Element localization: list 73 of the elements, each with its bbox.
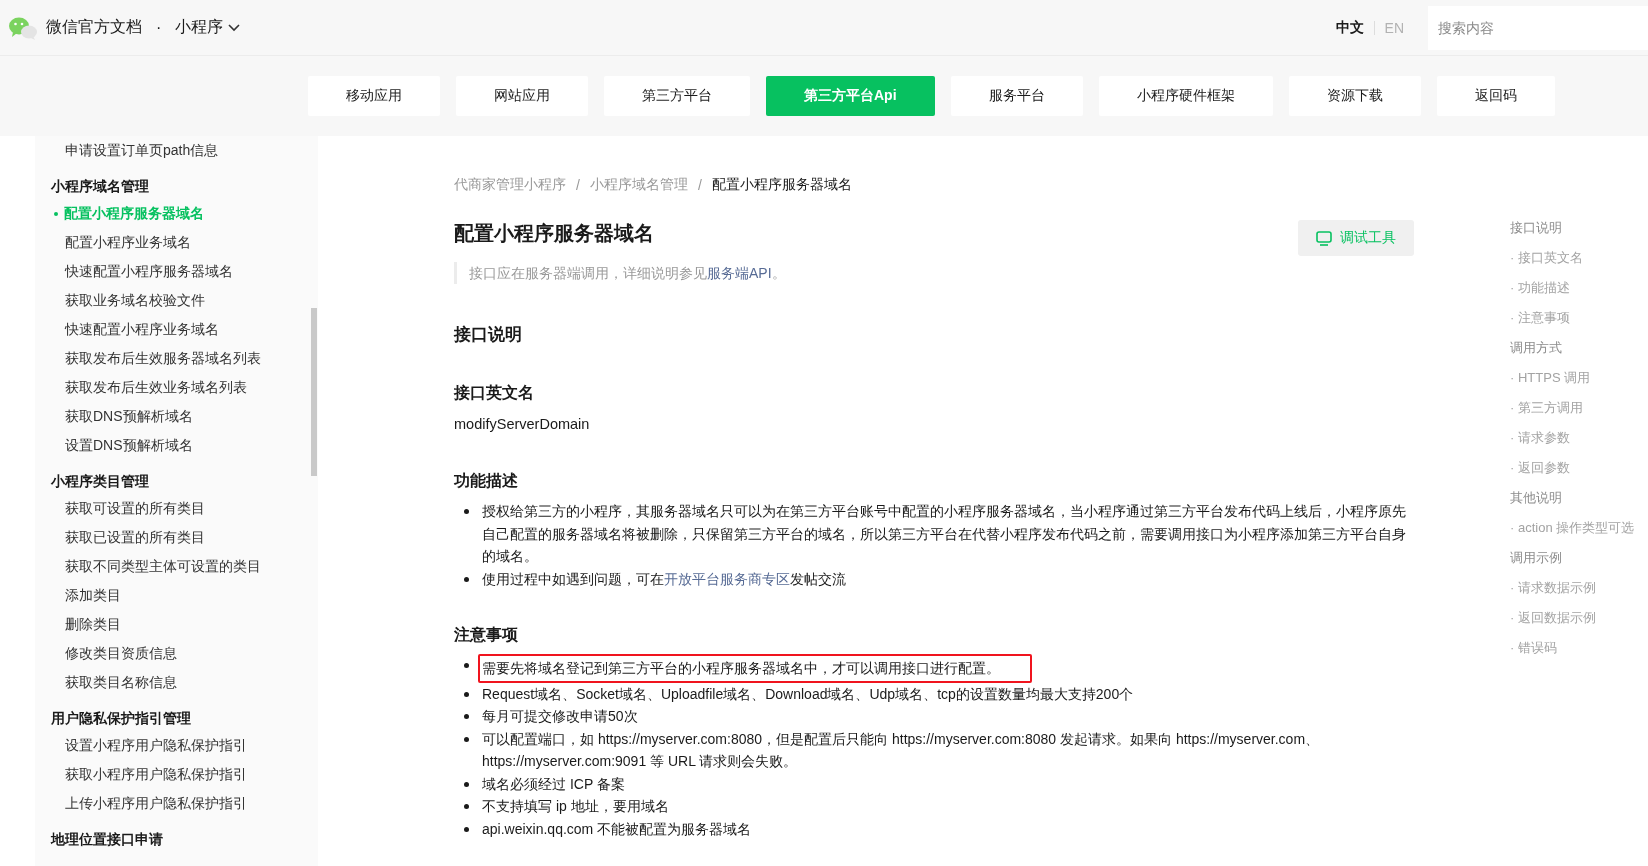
scrollbar-thumb[interactable] bbox=[311, 308, 317, 476]
sidebar-item[interactable]: 获取DNS预解析域名 bbox=[65, 402, 310, 431]
breadcrumb-separator: / bbox=[697, 177, 702, 193]
sidebar-heading: 小程序类目管理 bbox=[51, 472, 150, 491]
sidebar-item[interactable]: 上传小程序用户隐私保护指引 bbox=[65, 789, 310, 818]
nav-tab[interactable]: 小程序硬件框架 bbox=[1098, 76, 1273, 116]
page-title: 配置小程序服务器域名 bbox=[454, 221, 654, 246]
logo-icon bbox=[8, 15, 38, 40]
section-heading: 接口英文名 bbox=[454, 383, 535, 403]
inline-link[interactable]: 开放平台服务商专区 bbox=[664, 570, 790, 587]
bullet-icon bbox=[464, 826, 469, 832]
bullet-icon bbox=[464, 804, 469, 809]
nav-tab[interactable]: 服务平台 bbox=[950, 76, 1083, 116]
section-heading: 注意事项 bbox=[454, 625, 519, 645]
toc-section[interactable]: 调用示例 bbox=[1510, 543, 1648, 573]
bullet-icon bbox=[464, 691, 469, 697]
sidebar-item[interactable]: 获取已设置的所有类目 bbox=[65, 523, 310, 552]
bullet-text: 可以配置端口，如 https://myserver.com:8080，但是配置后只能向 https://myserver.com:8080 发起请求。如果向 https://myserver.com、https://myserver.com:9091 等 URL 请求则会失败。 bbox=[482, 729, 1321, 771]
sidebar-heading: 用户隐私保护指引管理 bbox=[51, 709, 192, 728]
bullet-icon bbox=[464, 509, 469, 514]
nav-tab[interactable]: 网站应用 bbox=[456, 76, 588, 116]
nav-tab[interactable]: 返回码 bbox=[1436, 76, 1555, 116]
sidebar-heading: 地理位置接口申请 bbox=[51, 830, 164, 849]
toc-section[interactable]: 其他说明 bbox=[1510, 483, 1648, 513]
breadcrumb-separator: / bbox=[576, 177, 580, 193]
nav-tab[interactable]: 资源下载 bbox=[1288, 76, 1421, 116]
bullet-text: 不支持填写 ip 地址，要用域名 bbox=[482, 797, 669, 816]
sidebar-item[interactable]: 删除类目 bbox=[65, 610, 310, 639]
bullet-text: 使用过程中如遇到问题，可在开放平台服务商专区发帖交流 bbox=[482, 569, 846, 589]
chevron-down-icon bbox=[228, 23, 241, 32]
sidebar-heading: 小程序域名管理 bbox=[51, 177, 150, 196]
bullet-text: Request域名、Socket域名、Uploadfile域名、Download域名、Udp域名、tcp的设置数量均最大支持200个 bbox=[482, 684, 1134, 704]
monitor-icon bbox=[1316, 230, 1332, 246]
bullet-icon bbox=[464, 714, 469, 719]
section-heading: 接口说明 bbox=[454, 324, 523, 346]
sidebar-item[interactable]: 设置小程序用户隐私保护指引 bbox=[65, 731, 310, 760]
sidebar-item[interactable]: 添加类目 bbox=[65, 581, 310, 610]
separator-dot: · bbox=[156, 18, 162, 37]
bullet-icon bbox=[464, 576, 469, 582]
sidebar-item[interactable]: 获取发布后生效业务域名列表 bbox=[65, 373, 310, 402]
section-heading: 功能描述 bbox=[454, 471, 519, 491]
nav-tab[interactable]: 第三方平台 bbox=[604, 76, 750, 116]
bullet-text: api.weixin.qq.com 不能被配置为服务器域名 bbox=[482, 819, 752, 839]
bullet-text: 授权给第三方的小程序，其服务器域名只可以为在第三方平台账号中配置的小程序服务器域名，当小程序通过第三方平台发布代码上线后，小程序原先自己配置的服务器域名将被删除，只保留第三方平台的域名，所以第三方平台在代替小程序发布代码之前，需要调用接口为小程序添加第三方平台自身的域名。 bbox=[482, 502, 1407, 566]
sidebar-item[interactable]: 获取类目名称信息 bbox=[65, 668, 310, 697]
sidebar-item[interactable]: 申请设置订单页path信息 bbox=[65, 136, 310, 165]
bullet-icon bbox=[464, 663, 469, 668]
bullet-text: 域名必须经过 ICP 备案 bbox=[482, 774, 625, 794]
product-dropdown[interactable]: 小程序 bbox=[175, 17, 241, 38]
api-name: modifyServerDomain bbox=[454, 415, 591, 434]
site-title[interactable]: 微信官方文档 bbox=[46, 17, 142, 38]
sidebar-item[interactable]: 获取发布后生效服务器域名列表 bbox=[65, 344, 310, 373]
sidebar-item[interactable]: 获取不同类型主体可设置的类目 bbox=[65, 552, 310, 581]
bullet-icon bbox=[464, 736, 469, 742]
highlighted-text: 需要先将域名登记到第三方平台的小程序服务器域名中，才可以调用接口进行配置。 bbox=[478, 654, 1032, 683]
toc-section[interactable]: 接口说明 bbox=[1510, 213, 1648, 243]
bullet-icon bbox=[464, 781, 469, 787]
sidebar-item[interactable]: 设置DNS预解析域名 bbox=[65, 431, 310, 460]
search-field[interactable]: 搜索内容 bbox=[1428, 5, 1648, 50]
language-option[interactable]: 中文 bbox=[1325, 18, 1374, 37]
toc-section[interactable]: 调用方式 bbox=[1510, 333, 1648, 363]
sidebar-item[interactable]: 获取小程序用户隐私保护指引 bbox=[65, 760, 310, 789]
bullet-text: 每月可提交修改申请50次 bbox=[482, 707, 638, 726]
sidebar-item[interactable]: 修改类目资质信息 bbox=[65, 639, 310, 668]
sidebar-item[interactable]: 获取业务域名校验文件 bbox=[65, 286, 310, 315]
nav-tab[interactable]: 移动应用 bbox=[308, 76, 440, 116]
sidebar-item[interactable]: 快速配置小程序业务域名 bbox=[65, 315, 310, 344]
note-text: 接口应在服务器端调用，详细说明参见服务端API。 bbox=[454, 262, 1414, 284]
inline-link[interactable]: 服务端API bbox=[707, 265, 772, 281]
sidebar-item[interactable]: 快速配置小程序服务器域名 bbox=[65, 257, 310, 286]
breadcrumb-link[interactable]: 配置小程序服务器域名 bbox=[711, 176, 852, 194]
sidebar-item[interactable]: 获取可设置的所有类目 bbox=[65, 494, 310, 523]
sidebar-item[interactable]: 配置小程序业务域名 bbox=[65, 228, 310, 257]
